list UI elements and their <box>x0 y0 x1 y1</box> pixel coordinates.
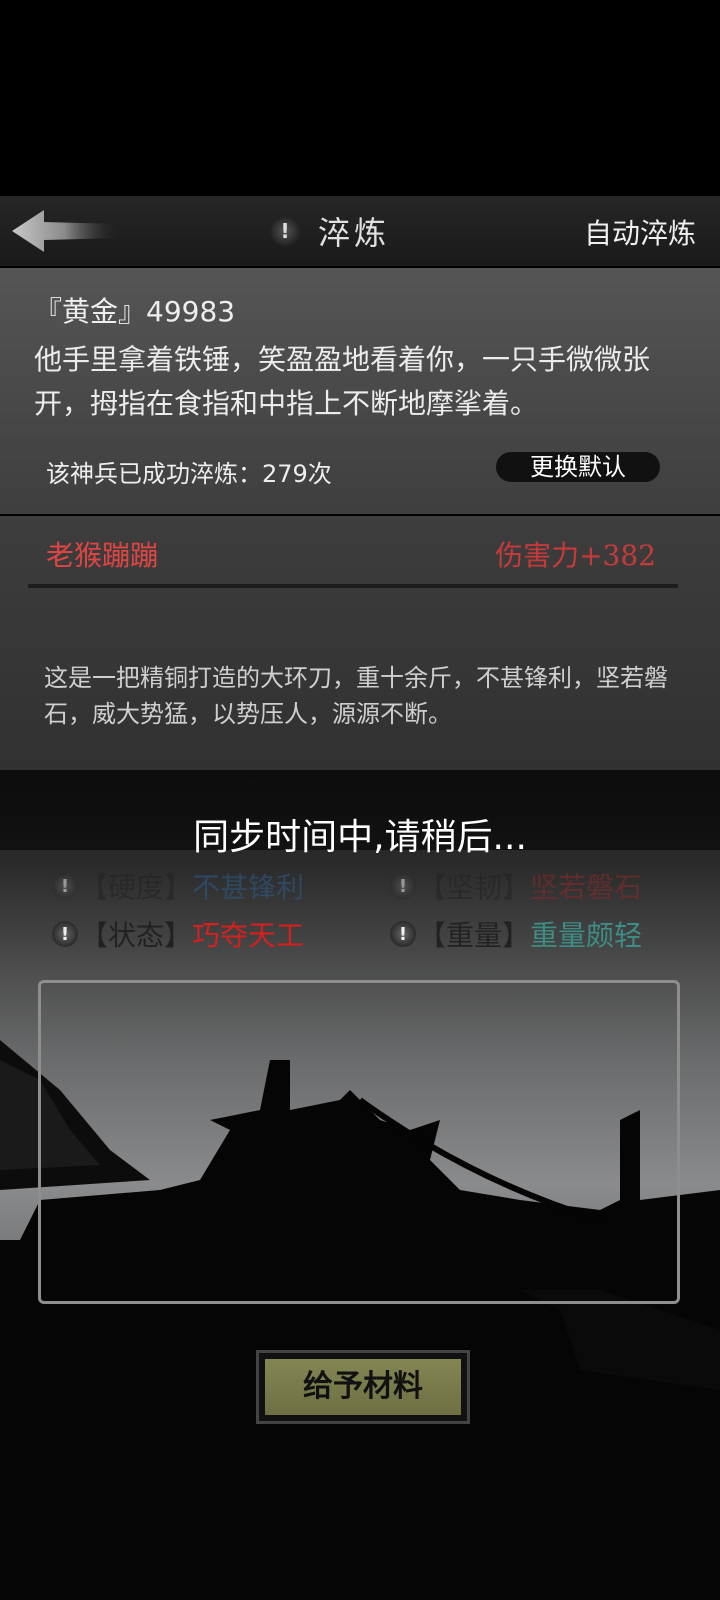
gold-label: 『黄金』 <box>34 295 147 328</box>
give-material-label: 给予材料 <box>265 1359 461 1415</box>
weapon-name: 老猴蹦蹦 <box>46 539 159 572</box>
info-icon: ! <box>52 873 78 899</box>
back-button[interactable] <box>10 208 120 254</box>
attribute-hardness[interactable]: ! 【硬度】 不甚锋利 <box>52 866 304 906</box>
divider <box>28 584 678 588</box>
attribute-weight[interactable]: ! 【重量】 重量颇轻 <box>390 914 642 954</box>
attribute-key: 【坚韧】 <box>418 871 531 904</box>
top-bar: ! 淬炼 自动淬炼 <box>0 196 720 266</box>
info-icon: ! <box>52 921 78 947</box>
weapon-description: 这是一把精铜打造的大环刀，重十余斤，不甚锋利，坚若磐石，威大势猛，以势压人，源源… <box>44 664 668 728</box>
attribute-value: 重量颇轻 <box>530 919 643 952</box>
back-arrow-icon <box>12 210 118 252</box>
info-icon: ! <box>390 921 416 947</box>
attribute-value: 坚若磐石 <box>530 871 643 904</box>
auto-refine-button[interactable]: 自动淬炼 <box>584 212 696 252</box>
attribute-toughness[interactable]: ! 【坚韧】 坚若磐石 <box>390 866 642 906</box>
attribute-state[interactable]: ! 【状态】 巧夺天工 <box>52 914 304 954</box>
attribute-key: 【重量】 <box>418 919 531 952</box>
npc-dialogue: 他手里拿着铁锤，笑盈盈地看着你，一只手微微张开，拇指在食指和中指上不断地摩挲着。 <box>34 343 651 420</box>
material-slot[interactable] <box>38 980 680 1304</box>
change-default-button[interactable]: 更换默认 <box>496 452 660 482</box>
weapon-damage: 伤害力+382 <box>495 539 656 572</box>
gold-value: 49983 <box>146 295 236 328</box>
refine-count: 该神兵已成功淬炼：279次 <box>46 460 332 488</box>
page-title: 淬炼 <box>318 214 391 252</box>
attribute-key: 【状态】 <box>80 919 193 952</box>
attribute-value: 巧夺天工 <box>192 919 305 952</box>
attribute-key: 【硬度】 <box>80 871 193 904</box>
title-group: ! 淬炼 <box>270 208 390 254</box>
info-icon[interactable]: ! <box>270 216 300 246</box>
give-material-button[interactable]: 给予材料 <box>256 1350 470 1424</box>
attribute-value: 不甚锋利 <box>192 871 305 904</box>
weapon-panel: 老猴蹦蹦 伤害力+382 这是一把精铜打造的大环刀，重十余斤，不甚锋利，坚若磐石… <box>0 516 720 770</box>
smith-panel: 『黄金』49983 他手里拿着铁锤，笑盈盈地看着你，一只手微微张开，拇指在食指和… <box>0 268 720 514</box>
sync-message: 同步时间中,请稍后... <box>193 817 527 858</box>
info-icon: ! <box>390 873 416 899</box>
gold-display: 『黄金』49983 <box>34 290 235 330</box>
